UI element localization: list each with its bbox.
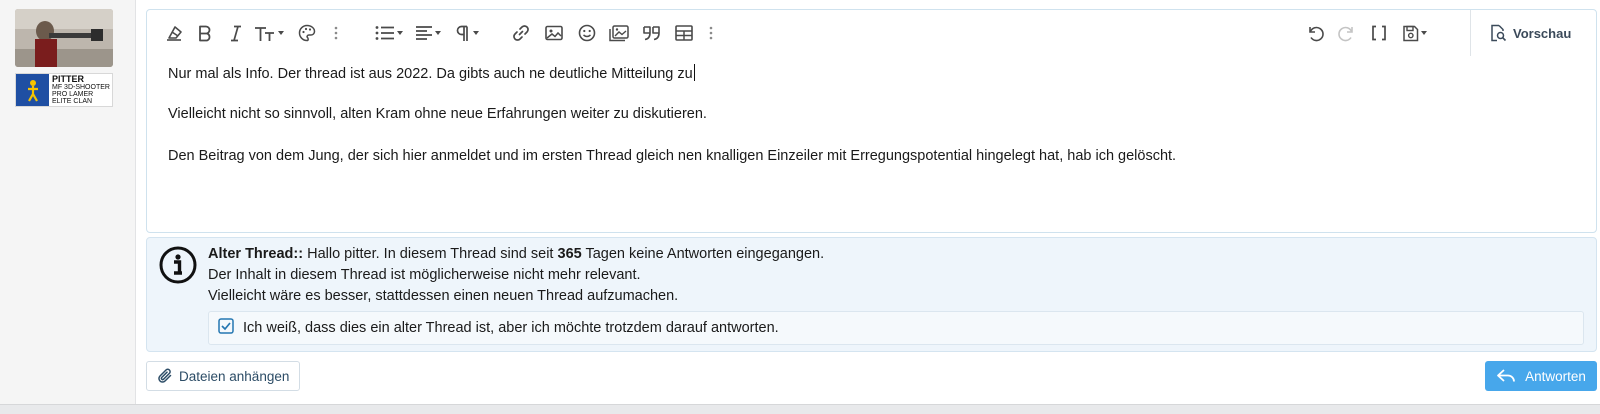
notice-text: Alter Thread:: Hallo pitter. In diesem T…	[208, 244, 824, 307]
badge-text: PITTER MF 3D-SHOOTER PRO LAMER ELITE CLA…	[49, 74, 110, 106]
ack-label: Ich weiß, dass dies ein alter Thread ist…	[243, 320, 779, 336]
undo-icon[interactable]	[1305, 22, 1325, 44]
user-badge: PITTER MF 3D-SHOOTER PRO LAMER ELITE CLA…	[15, 73, 113, 107]
redo-icon[interactable]	[1337, 22, 1357, 44]
media-icon[interactable]	[608, 22, 630, 44]
notice-line-1: Alter Thread:: Hallo pitter. In diesem T…	[208, 244, 824, 265]
text-size-icon[interactable]	[254, 22, 284, 44]
notice-text-after: Tagen keine Antworten eingegangen.	[581, 246, 825, 262]
reply-editor: Vorschau Nur mal als Info. Der thread is…	[146, 9, 1597, 233]
bbcode-icon[interactable]	[1370, 22, 1388, 44]
chevron-down-icon	[278, 31, 284, 35]
more-icon[interactable]	[707, 22, 715, 44]
bold-icon[interactable]	[197, 22, 213, 44]
editor-line-text: Nur mal als Info. Der thread ist aus 202…	[168, 66, 693, 82]
badge-rank-2: PRO LAMER	[52, 91, 94, 98]
form-footer: Dateien anhängen Antworten	[146, 361, 1597, 397]
save-draft-icon[interactable]	[1399, 22, 1429, 44]
notice-title: Alter Thread::	[208, 246, 304, 262]
attach-label: Dateien anhängen	[179, 368, 290, 384]
editor-toolbar: Vorschau	[147, 10, 1596, 56]
badge-name: PITTER	[52, 74, 85, 84]
smiley-icon[interactable]	[577, 22, 597, 44]
palette-icon[interactable]	[297, 22, 317, 44]
attach-files-button[interactable]: Dateien anhängen	[146, 361, 301, 391]
badge-logo-icon	[16, 74, 49, 106]
page-bottom-bar	[0, 404, 1600, 414]
chevron-down-icon	[1420, 31, 1427, 35]
paperclip-icon	[158, 368, 172, 383]
list-icon[interactable]	[374, 22, 404, 44]
table-icon[interactable]	[674, 22, 694, 44]
text-cursor	[693, 64, 695, 81]
toolbar-divider	[1470, 10, 1471, 56]
chevron-down-icon	[397, 31, 403, 35]
old-thread-ack-checkbox-row[interactable]: Ich weiß, dass dies ein alter Thread ist…	[208, 311, 1584, 345]
old-thread-notice: Alter Thread:: Hallo pitter. In diesem T…	[146, 237, 1597, 352]
reply-label: Antworten	[1525, 368, 1586, 384]
notice-line-2: Der Inhalt in diesem Thread ist mögliche…	[208, 267, 641, 283]
preview-icon	[1491, 24, 1507, 42]
editor-line: Nur mal als Info. Der thread ist aus 202…	[168, 64, 695, 82]
preview-label: Vorschau	[1513, 25, 1572, 41]
checkbox-checked-icon[interactable]	[218, 318, 234, 338]
notice-text-before: Hallo pitter. In diesem Thread sind seit	[303, 246, 558, 262]
notice-line-3: Vielleicht wäre es besser, stattdessen e…	[208, 288, 679, 304]
align-icon[interactable]	[414, 22, 442, 44]
badge-rank-1: MF 3D-SHOOTER	[52, 84, 110, 91]
chevron-down-icon	[473, 31, 479, 35]
link-icon[interactable]	[511, 22, 531, 44]
image-icon[interactable]	[544, 22, 564, 44]
reply-icon	[1497, 369, 1515, 382]
info-icon	[159, 246, 197, 289]
eraser-icon[interactable]	[164, 22, 184, 44]
notice-days: 365	[557, 246, 582, 262]
avatar[interactable]	[15, 9, 113, 67]
quote-icon[interactable]	[641, 22, 663, 44]
paragraph-icon[interactable]	[453, 22, 481, 44]
chevron-down-icon	[435, 31, 441, 35]
reply-button[interactable]: Antworten	[1485, 361, 1597, 391]
more-icon[interactable]	[332, 22, 340, 44]
editor-line: Den Beitrag von dem Jung, der sich hier …	[168, 148, 1177, 164]
preview-button[interactable]: Vorschau	[1489, 22, 1571, 44]
italic-icon[interactable]	[229, 22, 243, 44]
badge-rank-3: ELITE CLAN	[52, 98, 93, 105]
user-column: PITTER MF 3D-SHOOTER PRO LAMER ELITE CLA…	[0, 0, 136, 414]
editor-line: Vielleicht nicht so sinnvoll, alten Kram…	[168, 106, 707, 122]
